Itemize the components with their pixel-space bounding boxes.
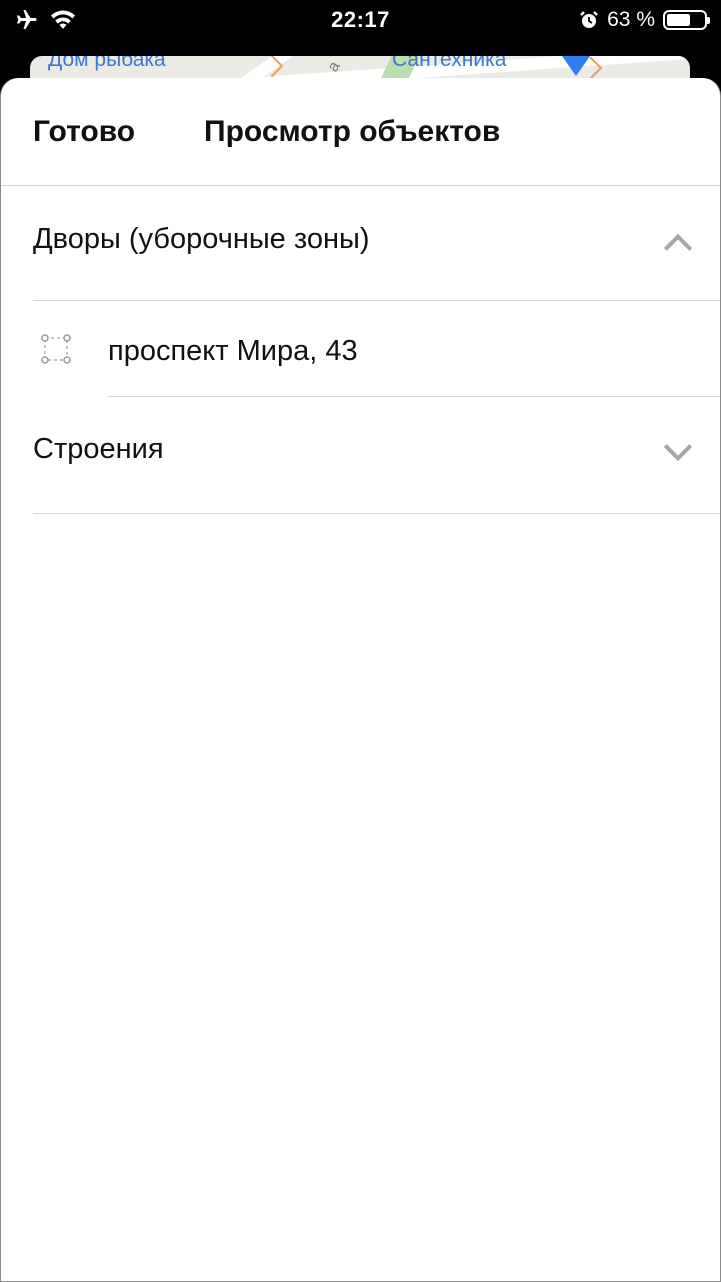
battery-icon [663, 10, 710, 30]
chevron-up-icon [663, 233, 693, 263]
battery-fill [667, 14, 690, 26]
section-header-yards[interactable]: Дворы (уборочные зоны) [33, 186, 720, 301]
objects-sheet: Готово Просмотр объектов Дворы (уборочны… [0, 78, 721, 1282]
sheet-title: Просмотр объектов [204, 115, 501, 148]
alarm-icon [580, 11, 598, 28]
section-label: Дворы (уборочные зоны) [33, 223, 370, 255]
polygon-zone-icon [41, 334, 71, 364]
chevron-down-icon [663, 432, 693, 462]
status-bar: 22:17 63 % [0, 0, 721, 42]
map-label[interactable]: Сантехника [392, 56, 506, 72]
done-button[interactable]: Готово [33, 115, 135, 149]
section-label: Строения [33, 433, 164, 465]
section-header-buildings[interactable]: Строения [33, 397, 720, 514]
status-right: 63 % [579, 8, 710, 32]
list-item[interactable]: проспект Мира, 43 [1, 301, 720, 397]
list-item-label: проспект Мира, 43 [108, 335, 358, 367]
map-pin-icon[interactable] [562, 56, 590, 76]
map-label[interactable]: Дом рыбака [48, 56, 166, 72]
sheet-header: Готово Просмотр объектов [1, 78, 720, 186]
battery-percent: 63 % [607, 8, 655, 31]
